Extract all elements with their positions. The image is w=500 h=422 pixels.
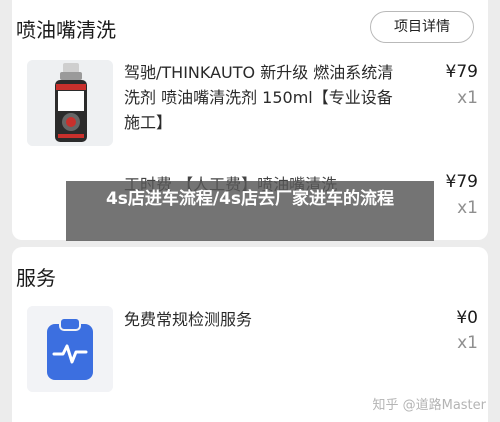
service-price: ¥0 <box>456 308 478 328</box>
section-title-project: 喷油嘴清洗 <box>16 18 116 42</box>
page: 喷油嘴清洗 项目详情 驾驰/THINKAUTO 新升级 燃油系统清洗剂 喷油嘴清… <box>0 0 500 422</box>
labor-fee-quantity: x1 <box>457 198 478 218</box>
watermark: 知乎 @道路Master <box>372 398 486 413</box>
overlay-title-banner: 4s店进车流程/4s店去厂家进车的流程 <box>66 181 434 241</box>
service-name[interactable]: 免费常规检测服务 <box>124 307 394 332</box>
clipboard-pulse-icon <box>27 306 113 392</box>
project-detail-button[interactable]: 项目详情 <box>370 11 474 43</box>
product-price: ¥79 <box>445 62 478 82</box>
product-quantity: x1 <box>457 88 478 108</box>
section-title-service: 服务 <box>16 266 56 290</box>
service-thumbnail[interactable] <box>27 306 113 392</box>
service-quantity: x1 <box>457 333 478 353</box>
fuel-cleaner-bottle-icon <box>27 60 113 146</box>
labor-fee-price: ¥79 <box>445 172 478 192</box>
product-thumbnail[interactable] <box>27 60 113 146</box>
product-name[interactable]: 驾驰/THINKAUTO 新升级 燃油系统清洗剂 喷油嘴清洗剂 150ml【专业… <box>124 60 394 135</box>
